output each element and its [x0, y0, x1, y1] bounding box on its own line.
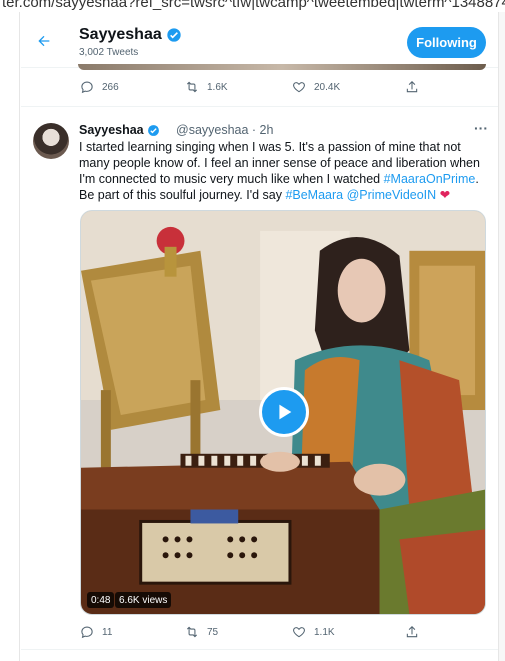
tweet-author-name[interactable]: Sayyeshaa [79, 123, 160, 137]
video-views: 6.6K views [115, 592, 172, 608]
prev-like-action[interactable]: 20.4K [292, 80, 340, 94]
scrollbar[interactable] [498, 12, 505, 661]
tweet-count: 3,002 Tweets [79, 47, 139, 58]
verified-icon [167, 28, 181, 42]
tweet-author-name-text: Sayyeshaa [79, 123, 144, 137]
following-button[interactable]: Following [407, 27, 486, 58]
previous-tweet-media[interactable] [78, 64, 486, 70]
play-icon [279, 404, 292, 420]
tweet-text: I started learning singing when I was 5.… [79, 139, 489, 203]
retweet-action[interactable]: 75 [185, 625, 218, 639]
hashtag-link[interactable]: #MaaraOnPrime [384, 172, 476, 186]
prev-reply-count: 266 [102, 81, 119, 93]
browser-url: ter.com/sayyeshaa?ref_src=twsrc^tfw|twca… [2, 0, 505, 11]
like-icon [293, 82, 305, 93]
prev-share-action[interactable] [405, 80, 419, 94]
verified-icon [147, 124, 159, 136]
retweet-icon [186, 81, 198, 93]
tweet-divider [21, 649, 498, 650]
reply-icon [81, 626, 93, 639]
browser-url-strip: ter.com/sayyeshaa?ref_src=twsrc^tfw|twca… [0, 0, 505, 12]
back-arrow-icon [38, 35, 50, 47]
hashtag-link[interactable]: #BeMaara [285, 188, 343, 202]
like-action[interactable]: 1.1K [292, 625, 335, 639]
page-left-edge [0, 12, 20, 661]
play-button[interactable] [259, 387, 309, 437]
like-icon [293, 627, 305, 638]
more-options-button[interactable]: ··· [471, 120, 491, 136]
avatar[interactable] [33, 123, 69, 159]
profile-name-text: Sayyeshaa [79, 26, 162, 43]
back-button[interactable] [33, 30, 55, 52]
prev-retweet-count: 1.6K [207, 81, 228, 93]
share-action[interactable] [405, 625, 419, 639]
reply-count: 11 [102, 626, 113, 638]
profile-header: Sayyeshaa 3,002 Tweets Following [21, 12, 498, 68]
mention-link[interactable]: @PrimeVideoIN [347, 188, 437, 202]
more-icon: ··· [474, 120, 488, 136]
prev-like-count: 20.4K [314, 81, 341, 93]
heart-emoji: ❤ [439, 188, 451, 202]
profile-name: Sayyeshaa [79, 26, 182, 44]
prev-retweet-action[interactable]: 1.6K [185, 80, 228, 94]
prev-reply-action[interactable]: 266 [80, 80, 119, 94]
share-icon [406, 81, 418, 93]
reply-icon [81, 81, 93, 94]
retweet-icon [186, 626, 198, 638]
profile-timeline: Sayyeshaa 3,002 Tweets Following 266 1.6… [21, 12, 498, 661]
reply-action[interactable]: 11 [80, 625, 112, 639]
tweet-handle-time[interactable]: @sayyeshaa · 2h [176, 123, 273, 137]
retweet-count: 75 [207, 626, 219, 638]
share-icon [406, 626, 418, 638]
tweet-video[interactable]: 0:48 6.6K views [80, 210, 486, 615]
tweet-divider [21, 106, 498, 107]
like-count: 1.1K [314, 626, 335, 638]
video-duration: 0:48 [87, 592, 115, 608]
